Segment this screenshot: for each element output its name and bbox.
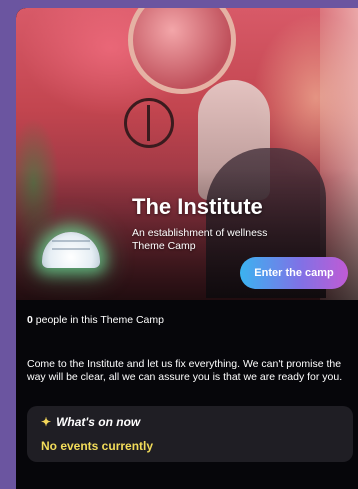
sparkle-icon: ✦ — [41, 415, 52, 429]
theme-camp-card: The Institute An establishment of wellne… — [16, 8, 358, 489]
camp-hero-image: The Institute An establishment of wellne… — [16, 8, 358, 300]
enter-camp-button[interactable]: Enter the camp — [240, 257, 348, 289]
camp-description: Come to the Institute and let us fix eve… — [27, 358, 343, 383]
no-events-text: No events currently — [41, 439, 154, 453]
camp-title: The Institute — [132, 194, 263, 219]
whats-on-now-panel: ✦ What's on now No events currently — [27, 406, 353, 462]
people-count: 0 people in this Theme Camp — [27, 314, 164, 326]
people-count-label: people in this Theme Camp — [32, 314, 164, 326]
whats-on-now-header: ✦ What's on now — [41, 415, 140, 429]
camp-subtitle: An establishment of wellness Theme Camp — [132, 227, 268, 252]
whats-on-now-title: What's on now — [56, 415, 141, 429]
